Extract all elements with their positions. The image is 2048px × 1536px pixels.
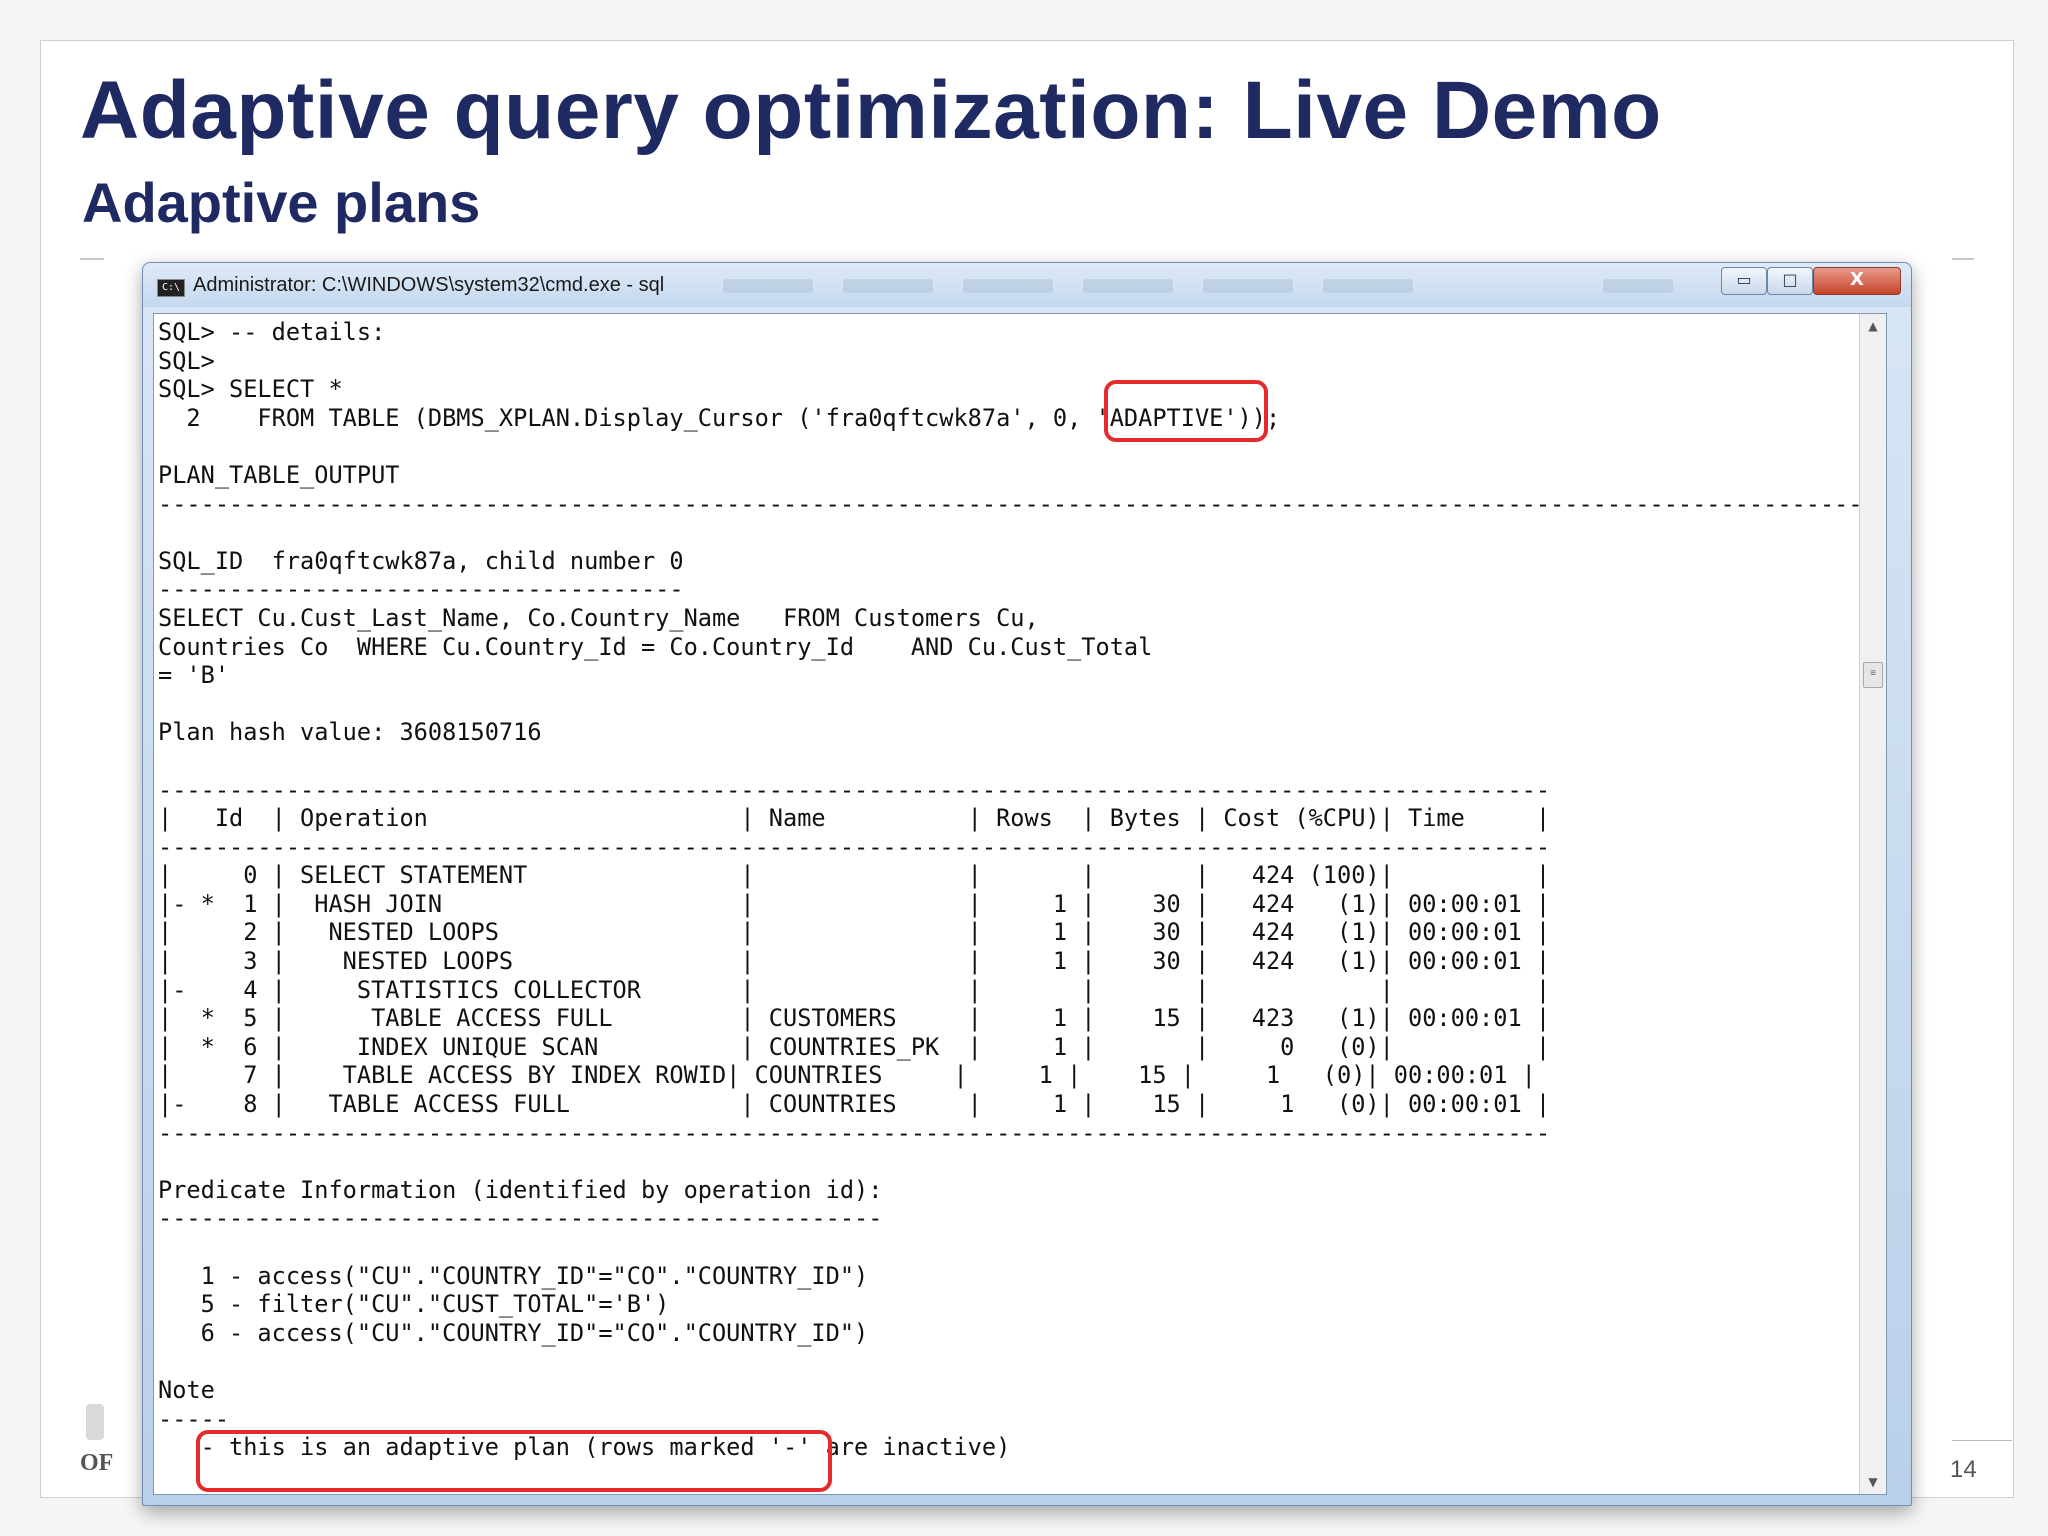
- console-line: SELECT Cu.Cust_Last_Name, Co.Country_Nam…: [158, 603, 1039, 632]
- slide-subtitle: Adaptive plans: [82, 171, 481, 234]
- console-line: PLAN_TABLE_OUTPUT: [158, 460, 400, 489]
- console-line: Note: [158, 1375, 215, 1404]
- console-line: 5 - filter("CU"."CUST_TOTAL"='B'): [158, 1290, 670, 1319]
- console-line: ----------------------------------------…: [158, 489, 1863, 518]
- console-line: | 0 | SELECT STATEMENT | | | | 424 (100)…: [158, 861, 1551, 890]
- console-line: | Id | Operation | Name | Rows | Bytes |…: [158, 804, 1551, 833]
- scroll-up-icon[interactable]: ▲: [1860, 314, 1886, 338]
- console-line: Predicate Information (identified by ope…: [158, 1175, 883, 1204]
- window-title: Administrator: C:\WINDOWS\system32\cmd.e…: [193, 274, 665, 296]
- console-line: |- 4 | STATISTICS COLLECTOR | | | | | |: [158, 975, 1551, 1004]
- console-area[interactable]: SQL> -- details: SQL> SQL> SELECT * 2 FR…: [153, 313, 1887, 1495]
- taskbar-ghost: [843, 279, 933, 293]
- close-button[interactable]: X: [1813, 267, 1901, 295]
- footer-logo-mark: [86, 1404, 104, 1440]
- slide-title: Adaptive query optimization: Live Demo: [80, 65, 1662, 156]
- adaptive-highlight: [1104, 380, 1268, 442]
- title-rule-right: [1952, 258, 1974, 260]
- taskbar-ghost: [963, 279, 1053, 293]
- console-line: ----------------------------------------…: [158, 1204, 883, 1233]
- console-line: | 7 | TABLE ACCESS BY INDEX ROWID| COUNT…: [158, 1061, 1536, 1090]
- console-line: ----------------------------------------…: [158, 775, 1551, 804]
- console-line: |- * 1 | HASH JOIN | | 1 | 30 | 424 (1)|…: [158, 889, 1551, 918]
- note-highlight: [196, 1430, 832, 1492]
- console-line: ----------------------------------------…: [158, 1118, 1551, 1147]
- cmd-icon: C:\: [157, 279, 185, 297]
- taskbar-ghost: [1203, 279, 1293, 293]
- scroll-thumb[interactable]: ≡: [1863, 662, 1883, 688]
- console-output: SQL> -- details: SQL> SQL> SELECT * 2 FR…: [158, 318, 1863, 1462]
- taskbar-ghost: [1323, 279, 1413, 293]
- maximize-button[interactable]: □: [1767, 267, 1813, 295]
- window-titlebar[interactable]: C:\ Administrator: C:\WINDOWS\system32\c…: [143, 263, 1911, 307]
- console-line: = 'B': [158, 661, 230, 690]
- taskbar-ghost: [723, 279, 813, 293]
- console-line: -----: [158, 1404, 230, 1433]
- minimize-button[interactable]: ▭: [1721, 267, 1767, 295]
- taskbar-ghost: [1603, 279, 1673, 293]
- scroll-down-icon[interactable]: ▼: [1860, 1470, 1886, 1494]
- console-line: 6 - access("CU"."COUNTRY_ID"="CO"."COUNT…: [158, 1318, 869, 1347]
- console-line: SQL> SELECT *: [158, 375, 343, 404]
- footer-logo: OF: [80, 1450, 114, 1476]
- title-rule-left: [80, 258, 104, 260]
- console-line: SQL_ID fra0qftcwk87a, child number 0: [158, 546, 684, 575]
- footer-rule: [1952, 1440, 2012, 1441]
- console-line: Countries Co WHERE Cu.Country_Id = Co.Co…: [158, 632, 1153, 661]
- console-line: | * 5 | TABLE ACCESS FULL | CUSTOMERS | …: [158, 1004, 1551, 1033]
- console-line: SQL> -- details:: [158, 318, 386, 346]
- console-line: 1 - access("CU"."COUNTRY_ID"="CO"."COUNT…: [158, 1261, 869, 1290]
- console-line: | * 6 | INDEX UNIQUE SCAN | COUNTRIES_PK…: [158, 1032, 1551, 1061]
- cmd-window: C:\ Administrator: C:\WINDOWS\system32\c…: [142, 262, 1912, 1506]
- taskbar-ghost: [1083, 279, 1173, 293]
- console-line: | 2 | NESTED LOOPS | | 1 | 30 | 424 (1)|…: [158, 918, 1551, 947]
- console-line: -------------------------------------: [158, 575, 684, 604]
- console-line: | 3 | NESTED LOOPS | | 1 | 30 | 424 (1)|…: [158, 947, 1551, 976]
- page-number: 14: [1950, 1456, 1977, 1483]
- console-line: ----------------------------------------…: [158, 832, 1551, 861]
- console-line: Plan hash value: 3608150716: [158, 718, 542, 747]
- vertical-scrollbar[interactable]: ▲ ≡ ▼: [1859, 314, 1886, 1494]
- console-line: |- 8 | TABLE ACCESS FULL | COUNTRIES | 1…: [158, 1090, 1551, 1119]
- console-line: SQL>: [158, 346, 215, 375]
